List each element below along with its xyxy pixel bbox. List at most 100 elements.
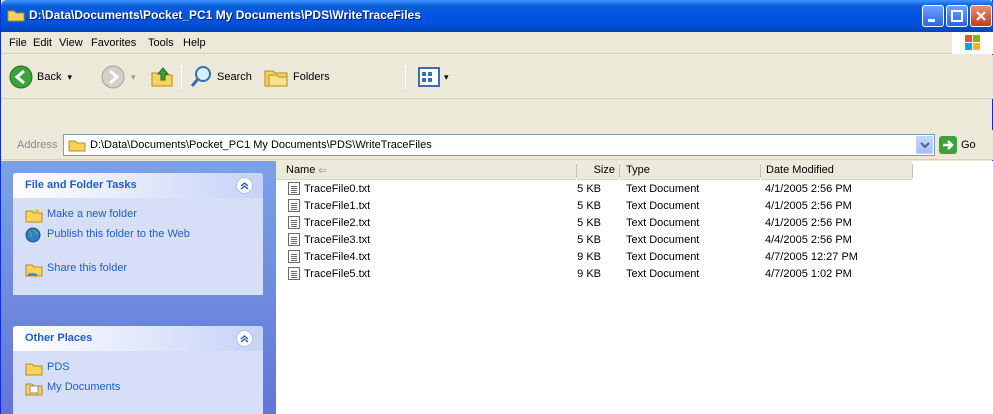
share-folder-icon xyxy=(25,261,43,280)
back-button[interactable]: Back ▾ xyxy=(9,63,72,91)
file-size: 5 KB xyxy=(577,217,601,229)
panel-header[interactable]: Other Places xyxy=(13,326,263,351)
column-header-type[interactable]: Type xyxy=(620,161,760,180)
file-type: Text Document xyxy=(626,251,700,263)
file-name: TraceFile2.txt xyxy=(304,216,371,229)
views-icon xyxy=(418,67,440,87)
go-label: Go xyxy=(961,139,976,151)
file-list: Name ⇐ Size Type Date Modified TraceFile… xyxy=(276,161,993,414)
file-date: 4/1/2005 2:56 PM xyxy=(765,183,852,195)
menu-view[interactable]: View xyxy=(59,37,83,49)
task-label: Publish this folder to the Web xyxy=(47,228,190,240)
column-name-label: Name xyxy=(286,164,316,176)
file-size: 5 KB xyxy=(577,200,601,212)
maximize-button[interactable] xyxy=(946,5,968,27)
close-button[interactable] xyxy=(970,5,992,27)
file-date: 4/4/2005 2:56 PM xyxy=(765,234,852,246)
table-row[interactable]: TraceFile1.txt 5 KB Text Document 4/1/20… xyxy=(276,198,993,214)
chevron-down-icon xyxy=(920,142,930,149)
file-type: Text Document xyxy=(626,200,700,212)
file-name: TraceFile3.txt xyxy=(304,233,371,246)
column-size-label: Size xyxy=(593,164,615,176)
menu-tools[interactable]: Tools xyxy=(148,37,174,49)
place-my-documents[interactable]: My Documents xyxy=(25,379,253,399)
file-date: 4/7/2005 1:02 PM xyxy=(765,268,852,280)
table-row[interactable]: TraceFile3.txt 5 KB Text Document 4/4/20… xyxy=(276,232,993,248)
place-label: My Documents xyxy=(47,381,121,393)
task-new-folder[interactable]: Make a new folder xyxy=(25,206,253,226)
file-name: TraceFile1.txt xyxy=(304,199,371,212)
search-button[interactable]: Search xyxy=(189,63,252,91)
collapse-chevron-icon[interactable] xyxy=(236,177,253,194)
task-label: Make a new folder xyxy=(47,208,137,220)
file-name: TraceFile4.txt xyxy=(304,250,371,263)
address-label: Address xyxy=(17,139,58,151)
file-date: 4/1/2005 2:56 PM xyxy=(765,200,852,212)
table-row[interactable]: TraceFile4.txt 9 KB Text Document 4/7/20… xyxy=(276,249,993,265)
panel-body: PDS My Documents xyxy=(13,351,263,407)
panel-body: Make a new folder Publish this folder to… xyxy=(13,198,263,288)
file-type: Text Document xyxy=(626,268,700,280)
table-row[interactable]: TraceFile5.txt 9 KB Text Document 4/7/20… xyxy=(276,266,993,282)
toolbar: Back ▾ ▾ Search Folders ▾ xyxy=(1,55,993,99)
folders-icon xyxy=(264,70,288,87)
task-label: Share this folder xyxy=(47,262,128,274)
toolbar-separator xyxy=(405,65,406,89)
file-type: Text Document xyxy=(626,183,700,195)
menu-help[interactable]: Help xyxy=(183,37,206,49)
folder-icon xyxy=(25,360,43,379)
file-size: 5 KB xyxy=(577,183,601,195)
title-bar[interactable]: D:\Data\Documents\Pocket_PC1 My Document… xyxy=(1,0,993,32)
search-icon xyxy=(190,66,211,87)
minimize-button[interactable] xyxy=(922,5,944,27)
sort-indicator-icon: ⇐ xyxy=(318,165,328,177)
task-publish-web[interactable]: Publish this folder to the Web xyxy=(25,226,253,260)
up-folder-button[interactable] xyxy=(149,63,175,91)
file-name: TraceFile0.txt xyxy=(304,182,371,195)
views-dropdown-icon[interactable]: ▾ xyxy=(444,72,449,83)
go-arrow-icon xyxy=(939,136,957,154)
back-arrow-icon xyxy=(9,65,33,89)
explorer-window: D:\Data\Documents\Pocket_PC1 My Document… xyxy=(0,0,993,414)
file-name: TraceFile5.txt xyxy=(304,267,371,280)
file-type: Text Document xyxy=(626,217,700,229)
folders-button[interactable]: Folders xyxy=(263,63,330,91)
menu-edit[interactable]: Edit xyxy=(33,37,52,49)
address-dropdown-button[interactable] xyxy=(916,136,933,154)
views-button[interactable]: ▾ xyxy=(417,63,449,91)
task-share-folder[interactable]: Share this folder xyxy=(25,260,253,280)
file-size: 9 KB xyxy=(577,251,601,263)
collapse-chevron-icon[interactable] xyxy=(236,330,253,347)
maximize-icon xyxy=(951,10,963,22)
address-bar: Address D:\Data\Documents\Pocket_PC1 My … xyxy=(1,130,993,160)
address-value: D:\Data\Documents\Pocket_PC1 My Document… xyxy=(90,139,432,151)
toolbar-separator xyxy=(181,65,182,89)
menu-favorites[interactable]: Favorites xyxy=(91,37,136,49)
text-file-icon xyxy=(288,233,300,246)
column-header-size[interactable]: Size xyxy=(577,161,619,180)
panel-header[interactable]: File and Folder Tasks xyxy=(13,173,263,198)
text-file-icon xyxy=(288,267,300,280)
forward-button[interactable]: ▾ xyxy=(101,63,136,91)
search-label: Search xyxy=(217,71,252,83)
column-divider[interactable] xyxy=(912,164,913,178)
address-input[interactable]: D:\Data\Documents\Pocket_PC1 My Document… xyxy=(63,134,935,156)
new-folder-icon xyxy=(25,207,43,226)
table-row[interactable]: TraceFile2.txt 5 KB Text Document 4/1/20… xyxy=(276,215,993,231)
column-header-name[interactable]: Name ⇐ xyxy=(276,161,576,180)
text-file-icon xyxy=(288,199,300,212)
up-folder-icon xyxy=(151,67,173,87)
place-pds[interactable]: PDS xyxy=(25,359,253,379)
windows-logo-icon xyxy=(952,32,993,54)
panel-title: File and Folder Tasks xyxy=(25,179,137,191)
table-row[interactable]: TraceFile0.txt 5 KB Text Document 4/1/20… xyxy=(276,181,993,197)
forward-dropdown-icon[interactable]: ▾ xyxy=(131,72,136,83)
back-label: Back xyxy=(37,71,62,83)
column-header-date[interactable]: Date Modified xyxy=(761,161,912,180)
menu-file[interactable]: File xyxy=(9,37,27,49)
window-title: D:\Data\Documents\Pocket_PC1 My Document… xyxy=(29,8,421,22)
dropdown-arrow-icon[interactable]: ▾ xyxy=(67,72,72,83)
text-file-icon xyxy=(288,250,300,263)
file-type: Text Document xyxy=(626,234,700,246)
go-button[interactable]: Go xyxy=(939,136,976,154)
